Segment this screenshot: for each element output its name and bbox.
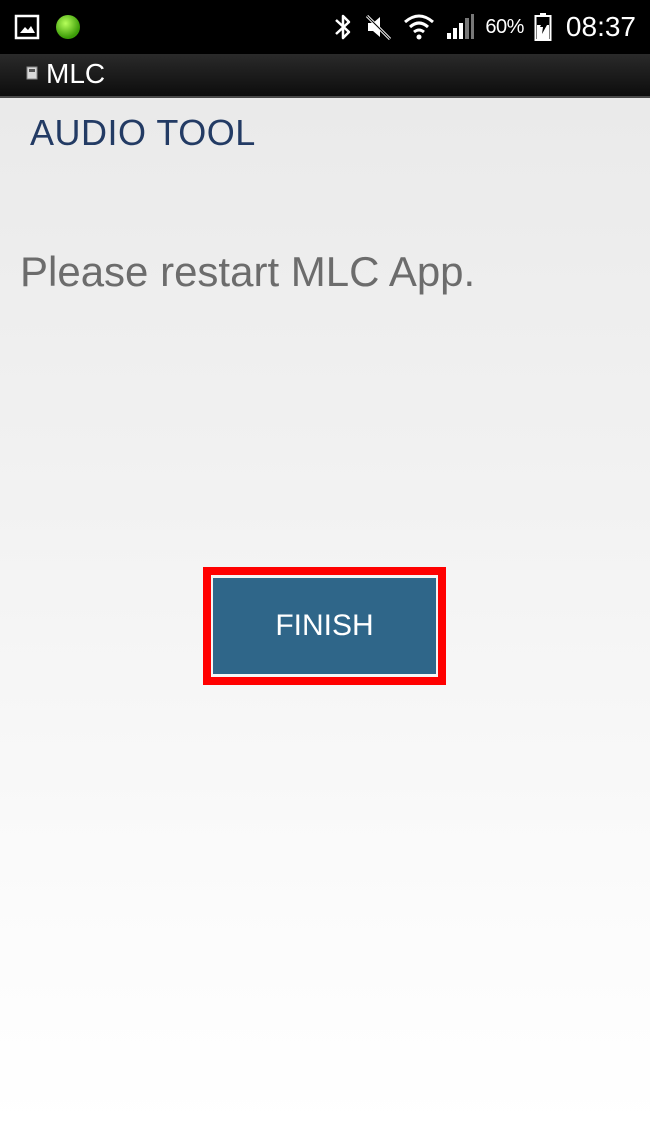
battery-icon [534, 12, 552, 42]
status-clock: 08:37 [565, 11, 636, 42]
bluetooth-icon [333, 12, 353, 42]
status-bar-left [14, 10, 82, 44]
app-screen: 60% 08:37 MLC AUDIO TOOL Please restart … [0, 0, 650, 1127]
restart-message: Please restart MLC App. [20, 248, 476, 295]
battery-percent: 60% [485, 15, 524, 38]
green-dot-icon [54, 13, 82, 41]
finish-button[interactable]: FINISH [213, 578, 436, 674]
image-notification-icon [14, 14, 40, 40]
action-bar: MLC [0, 54, 650, 98]
mute-icon [363, 12, 393, 42]
app-title: MLC [46, 58, 106, 89]
status-bar: 60% 08:37 [0, 0, 650, 54]
signal-icon [445, 13, 475, 41]
page-title: AUDIO TOOL [30, 112, 256, 153]
app-icon [26, 65, 40, 81]
status-bar-right: 60% 08:37 [333, 8, 636, 46]
wifi-icon [403, 12, 435, 42]
